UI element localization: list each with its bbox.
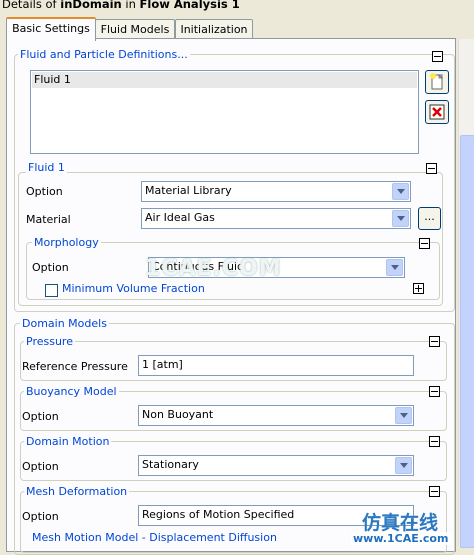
tab-label: Basic Settings — [12, 22, 90, 35]
watermark: 1CAE.COM — [145, 256, 282, 281]
morphology-title: Morphology — [32, 236, 101, 249]
fluid1-title: Fluid 1 — [26, 161, 67, 174]
pressure-title: Pressure — [24, 335, 75, 348]
list-item[interactable]: Fluid 1 — [32, 72, 417, 88]
material-label: Material — [26, 213, 71, 226]
buoyancy-title: Buoyancy Model — [24, 385, 119, 398]
tab-label: Initialization — [180, 23, 248, 36]
mesh-deformation-title: Mesh Deformation — [24, 485, 130, 498]
domain-motion-option-label: Option — [22, 460, 59, 473]
select-value: Air Ideal Gas — [145, 211, 215, 224]
reference-pressure-input[interactable]: 1 [atm] — [138, 355, 414, 376]
add-fluid-button[interactable] — [425, 70, 449, 94]
mesh-deformation-option-label: Option — [22, 510, 59, 523]
mesh-motion-model-title: Mesh Motion Model - Displacement Diffusi… — [30, 531, 279, 544]
brand-watermark-url: www.1CAE.com — [351, 532, 451, 545]
title-context: Flow Analysis 1 — [139, 0, 240, 11]
reference-pressure-label: Reference Pressure — [22, 360, 128, 373]
expand-min-volume-fraction-icon[interactable] — [413, 283, 424, 294]
material-browse-button[interactable]: ... — [418, 207, 441, 230]
select-value: Stationary — [142, 458, 199, 471]
collapse-mesh-deformation-icon[interactable] — [429, 486, 440, 497]
fluid1-option-select[interactable]: Material Library — [141, 181, 411, 202]
list-item-label: Fluid 1 — [34, 73, 71, 86]
chevron-down-icon — [386, 259, 403, 276]
collapse-domain-motion-icon[interactable] — [429, 436, 440, 447]
min-volume-fraction-label: Minimum Volume Fraction — [60, 282, 207, 295]
title-middle: in — [121, 0, 140, 11]
collapse-buoyancy-icon[interactable] — [429, 386, 440, 397]
tab-initialization[interactable]: Initialization — [175, 19, 253, 39]
buoyancy-option-select[interactable]: Non Buoyant — [138, 405, 414, 426]
title-prefix: Details of — [2, 0, 61, 11]
chevron-down-icon — [392, 183, 409, 200]
collapse-fluid1-icon[interactable] — [426, 163, 437, 174]
tab-label: Fluid Models — [100, 23, 170, 36]
fluid-definitions-title: Fluid and Particle Definitions... — [18, 48, 190, 61]
delete-icon — [429, 104, 445, 120]
domain-motion-title: Domain Motion — [24, 435, 112, 448]
input-value: Regions of Motion Specified — [142, 508, 295, 521]
domain-motion-option-select[interactable]: Stationary — [138, 455, 414, 476]
min-volume-fraction-checkbox[interactable] — [45, 284, 58, 297]
window-title: Details of inDomain in Flow Analysis 1 — [2, 0, 240, 11]
fluid-list[interactable]: Fluid 1 — [30, 70, 419, 154]
select-value: Material Library — [145, 184, 232, 197]
material-select[interactable]: Air Ideal Gas — [141, 208, 411, 229]
tab-fluid-models[interactable]: Fluid Models — [95, 19, 175, 39]
title-object: inDomain — [60, 0, 122, 11]
select-value: Non Buoyant — [142, 408, 214, 421]
scrollbar-thumb[interactable] — [460, 135, 474, 548]
morphology-option-label: Option — [32, 261, 69, 274]
new-document-icon — [430, 73, 443, 90]
chevron-down-icon — [395, 457, 412, 474]
delete-fluid-button[interactable] — [425, 100, 449, 124]
button-label: ... — [424, 210, 435, 223]
collapse-fluid-definitions-icon[interactable] — [432, 51, 443, 62]
fluid1-option-label: Option — [26, 185, 63, 198]
input-value: 1 [atm] — [142, 358, 183, 371]
buoyancy-option-label: Option — [22, 410, 59, 423]
collapse-morphology-icon[interactable] — [419, 238, 430, 249]
collapse-pressure-icon[interactable] — [429, 336, 440, 347]
chevron-down-icon — [392, 210, 409, 227]
tab-basic-settings[interactable]: Basic Settings — [6, 17, 96, 41]
domain-models-title: Domain Models — [20, 317, 109, 330]
brand-watermark-cn: 仿真在线 — [362, 512, 439, 534]
chevron-down-icon — [395, 407, 412, 424]
